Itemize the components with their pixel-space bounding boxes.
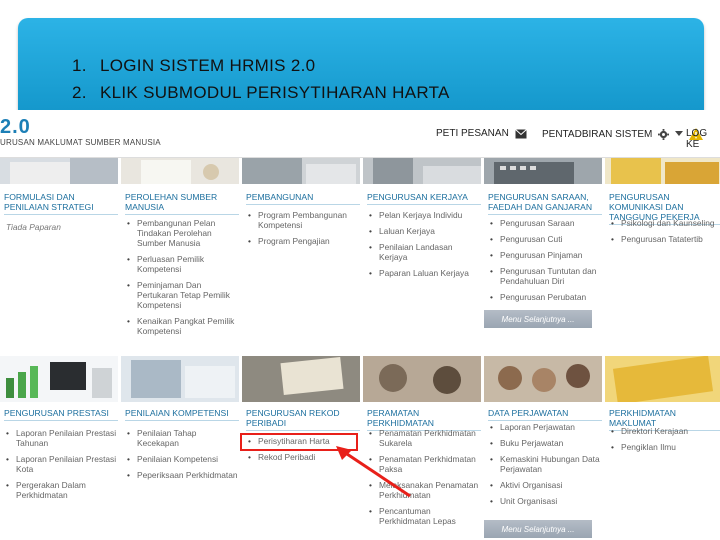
submodule-link[interactable]: Aktivi Organisasi xyxy=(490,480,602,490)
submodule-list: Program Pembangunan Kompetensi Program P… xyxy=(248,210,360,252)
submodule-link[interactable]: Pencantuman Perkhidmatan Lepas xyxy=(369,506,481,526)
app-top-bar: 2.0 URUSAN MAKLUMAT SUMBER MANUSIA PETI … xyxy=(0,110,720,158)
instruction-number: 2. xyxy=(72,83,87,102)
submodule-link[interactable]: Psikologi dan Kaunseling xyxy=(611,218,720,228)
instruction-item-2: 2. KLIK SUBMODUL PERISYTIHARAN HARTA xyxy=(72,79,450,106)
submodule-link[interactable]: Pengurusan Perubatan xyxy=(490,292,602,302)
instruction-text: KLIK SUBMODUL PERISYTIHARAN HARTA xyxy=(100,83,450,102)
module-card-saraan[interactable]: PENGURUSAN SARAAN, FAEDAH DAN GANJARAN P… xyxy=(484,158,602,348)
module-card-perolehan[interactable]: PEROLEHAN SUMBER MANUSIA Pembangunan Pel… xyxy=(121,158,239,348)
module-image xyxy=(484,356,602,402)
envelope-icon xyxy=(514,128,527,138)
submodule-link[interactable]: Unit Organisasi xyxy=(490,496,602,506)
submodule-link[interactable]: Penilaian Kompetensi xyxy=(127,454,239,464)
module-card-pembangunan[interactable]: PEMBANGUNAN Program Pembangunan Kompeten… xyxy=(242,158,360,348)
hrmis-subtitle: URUSAN MAKLUMAT SUMBER MANUSIA xyxy=(0,138,161,147)
inbox-label: PETI PESANAN xyxy=(436,128,509,139)
module-title[interactable]: PENGURUSAN REKOD PERIBADI xyxy=(246,408,360,431)
submodule-link[interactable]: Penilaian Tahap Kecekapan xyxy=(127,428,239,448)
submodule-link[interactable]: Program Pembangunan Kompetensi xyxy=(248,210,360,230)
module-title[interactable]: PENGURUSAN SARAAN, FAEDAH DAN GANJARAN xyxy=(488,192,602,215)
submodule-link[interactable]: Paparan Laluan Kerjaya xyxy=(369,268,481,278)
module-image xyxy=(605,158,720,184)
instruction-list: 1. LOGIN SISTEM HRMIS 2.0 2. KLIK SUBMODUL… xyxy=(72,52,450,106)
instruction-number: 1. xyxy=(72,56,87,75)
submodule-link[interactable]: Program Pengajian xyxy=(248,236,360,246)
inbox-link[interactable]: PETI PESANAN xyxy=(436,128,527,139)
submodule-list: Laporan Penilaian Prestasi Tahunan Lapor… xyxy=(6,428,118,506)
arrow-icon xyxy=(336,446,411,498)
module-image xyxy=(242,356,360,402)
submodule-link[interactable]: Laporan Penilaian Prestasi Kota xyxy=(6,454,118,474)
submodule-link[interactable]: Pengurusan Pinjaman xyxy=(490,250,602,260)
submodule-link[interactable]: Pengiklan Ilmu xyxy=(611,442,720,452)
module-card-maklumat[interactable]: PERKHIDMATAN MAKLUMAT Direktori Kerajaan… xyxy=(605,356,720,540)
gear-icon xyxy=(658,128,670,140)
logout-link[interactable]: LOG KE xyxy=(686,128,720,150)
submodule-list: Psikologi dan Kaunseling Pengurusan Tata… xyxy=(611,218,720,250)
instruction-item-1: 1. LOGIN SISTEM HRMIS 2.0 xyxy=(72,52,450,79)
submodule-link[interactable]: Peminjaman Dan Pertukaran Tetap Pemilik … xyxy=(127,280,239,310)
submodule-link[interactable]: Perluasan Pemilik Kompetensi xyxy=(127,254,239,274)
submodule-link[interactable]: Pembangunan Pelan Tindakan Perolehan Sum… xyxy=(127,218,239,248)
instruction-banner: 1. LOGIN SISTEM HRMIS 2.0 2. KLIK SUBMODUL… xyxy=(18,18,704,110)
submodule-link[interactable]: Laporan Perjawatan xyxy=(490,422,602,432)
module-image xyxy=(0,356,118,402)
submodule-list: Laporan Perjawatan Buku Perjawatan Kemas… xyxy=(490,422,602,512)
caret-down-icon xyxy=(675,131,684,136)
module-title[interactable]: PENILAIAN KOMPETENSI xyxy=(125,408,239,421)
module-title[interactable]: PEROLEHAN SUMBER MANUSIA xyxy=(125,192,239,215)
submodule-list: Pengurusan Saraan Pengurusan Cuti Pengur… xyxy=(490,218,602,308)
submodule-link[interactable]: Pengurusan Tatatertib xyxy=(611,234,720,244)
module-title[interactable]: PENGURUSAN KERJAYA xyxy=(367,192,481,205)
no-content-note: Tiada Paparan xyxy=(6,222,61,232)
system-admin-label: PENTADBIRAN SISTEM xyxy=(542,128,653,140)
module-title[interactable]: DATA PERJAWATAN xyxy=(488,408,602,421)
module-card-kompetensi[interactable]: PENILAIAN KOMPETENSI Penilaian Tahap Kec… xyxy=(121,356,239,540)
submodule-link[interactable]: Laluan Kerjaya xyxy=(369,226,481,236)
more-menu-button[interactable]: Menu Selanjutnya ... xyxy=(484,310,592,328)
instruction-text: LOGIN SISTEM HRMIS 2.0 xyxy=(100,56,316,75)
module-title[interactable]: PEMBANGUNAN xyxy=(246,192,360,205)
module-image xyxy=(605,356,720,402)
module-image xyxy=(363,158,481,184)
submodule-list: Penilaian Tahap Kecekapan Penilaian Komp… xyxy=(127,428,239,486)
module-card-komunikasi[interactable]: PENGURUSAN KOMUNIKASI DAN TANGGUNG PEKER… xyxy=(605,158,720,348)
module-title[interactable]: PENGURUSAN PRESTASI xyxy=(4,408,118,421)
submodule-list: Pelan Kerjaya Individu Laluan Kerjaya Pe… xyxy=(369,210,481,284)
module-title[interactable]: FORMULASI DAN PENILAIAN STRATEGI xyxy=(4,192,118,215)
module-card-formulasi[interactable]: FORMULASI DAN PENILAIAN STRATEGI Tiada P… xyxy=(0,158,118,348)
submodule-link[interactable]: Kemaskini Hubungan Data Perjawatan xyxy=(490,454,602,474)
submodule-link[interactable]: Pengurusan Cuti xyxy=(490,234,602,244)
submodule-link[interactable]: Pengurusan Tuntutan dan Pendahuluan Diri xyxy=(490,266,602,286)
module-card-kerjaya[interactable]: PENGURUSAN KERJAYA Pelan Kerjaya Individ… xyxy=(363,158,481,348)
module-card-prestasi[interactable]: PENGURUSAN PRESTASI Laporan Penilaian Pr… xyxy=(0,356,118,540)
module-image xyxy=(121,158,239,184)
submodule-list: Pembangunan Pelan Tindakan Perolehan Sum… xyxy=(127,218,239,342)
hrmis-logo: 2.0 xyxy=(0,116,31,138)
submodule-list: Direktori Kerajaan Pengiklan Ilmu xyxy=(611,426,720,458)
submodule-link[interactable]: Direktori Kerajaan xyxy=(611,426,720,436)
module-image xyxy=(484,158,602,184)
system-admin-link[interactable]: PENTADBIRAN SISTEM xyxy=(542,128,704,140)
module-image xyxy=(363,356,481,402)
submodule-link[interactable]: Peperiksaan Perkhidmatan xyxy=(127,470,239,480)
submodule-link[interactable]: Pengurusan Saraan xyxy=(490,218,602,228)
submodule-link[interactable]: Buku Perjawatan xyxy=(490,438,602,448)
logout-label: LOG KE xyxy=(686,128,708,150)
module-image xyxy=(121,356,239,402)
submodule-link[interactable]: Pergerakan Dalam Perkhidmatan xyxy=(6,480,118,500)
module-image xyxy=(242,158,360,184)
module-card-perjawatan[interactable]: DATA PERJAWATAN Laporan Perjawatan Buku … xyxy=(484,356,602,540)
module-image xyxy=(0,158,118,184)
submodule-link[interactable]: Kenaikan Pangkat Pemilik Kompetensi xyxy=(127,316,239,336)
submodule-link[interactable]: Pelan Kerjaya Individu xyxy=(369,210,481,220)
submodule-link[interactable]: Penilaian Landasan Kerjaya xyxy=(369,242,481,262)
submodule-link[interactable]: Laporan Penilaian Prestasi Tahunan xyxy=(6,428,118,448)
